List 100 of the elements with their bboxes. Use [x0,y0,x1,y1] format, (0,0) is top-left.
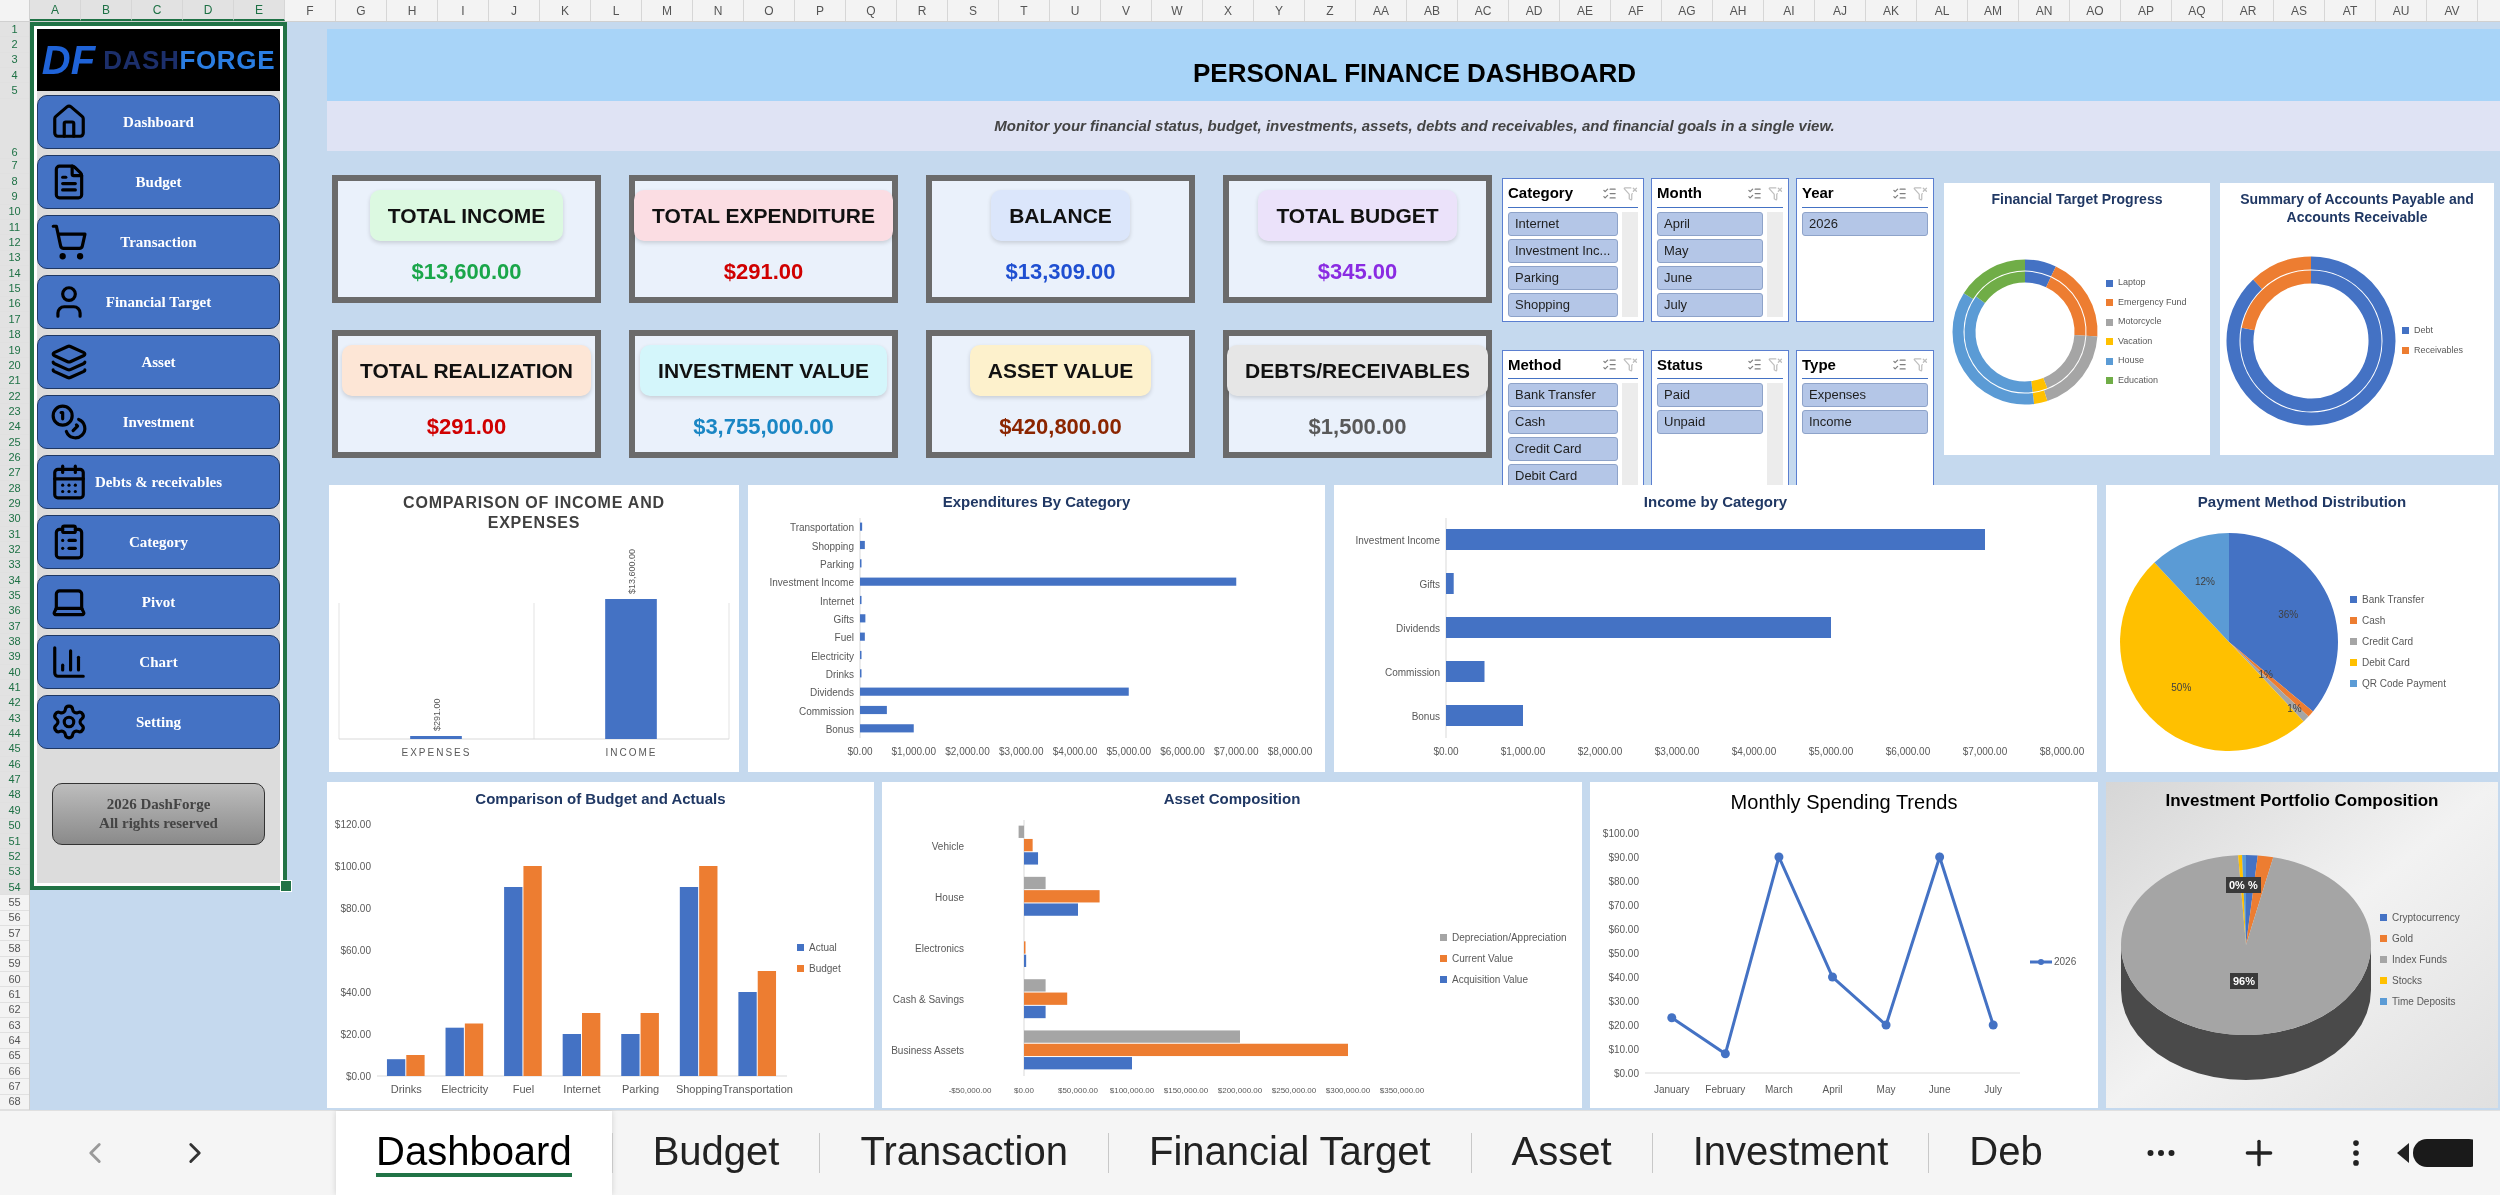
column-header[interactable]: AR [2223,0,2274,21]
nav-button[interactable]: Asset [37,335,280,389]
column-header[interactable]: AV [2427,0,2478,21]
row-header[interactable]: 40 [0,665,29,681]
column-header[interactable]: AS [2274,0,2325,21]
slicer-item[interactable]: Expenses [1802,383,1928,407]
column-header[interactable]: AJ [1815,0,1866,21]
column-header[interactable]: V [1101,0,1152,21]
row-header[interactable]: 12 [0,235,29,251]
slicer-item[interactable]: Income [1802,410,1928,434]
column-header[interactable]: AG [1662,0,1713,21]
column-header[interactable]: J [489,0,540,21]
column-header[interactable]: AA [1356,0,1407,21]
row-header[interactable]: 4 [0,68,29,84]
row-header[interactable]: 64 [0,1033,29,1049]
nav-button[interactable]: Budget [37,155,280,209]
column-header[interactable]: U [1050,0,1101,21]
row-header[interactable]: 6 [0,98,29,159]
column-header[interactable]: C [132,0,183,21]
sheet-tab[interactable]: Dashboard [336,1111,612,1195]
column-header[interactable]: O [744,0,795,21]
nav-button[interactable]: Debts & receivables [37,455,280,509]
slicer-item[interactable]: April [1657,211,1763,236]
slicer-item[interactable]: May [1657,238,1763,263]
column-header[interactable]: I [438,0,489,21]
nav-button[interactable]: Investment [37,395,280,449]
column-header[interactable]: AO [2070,0,2121,21]
row-header[interactable]: 23 [0,404,29,420]
row-header[interactable]: 63 [0,1017,29,1034]
nav-button[interactable]: Pivot [37,575,280,629]
row-header[interactable]: 11 [0,220,29,236]
column-header[interactable]: AH [1713,0,1764,21]
column-header[interactable]: A [30,0,81,21]
row-header[interactable]: 47 [0,772,29,788]
slicer-item[interactable]: Investment Inc... [1508,238,1618,263]
column-header[interactable]: W [1152,0,1203,21]
row-header[interactable]: 41 [0,680,29,696]
slicer-item[interactable]: Parking [1508,265,1618,290]
column-header[interactable]: M [642,0,693,21]
row-header[interactable]: 57 [0,925,29,942]
column-header[interactable]: R [897,0,948,21]
row-header[interactable]: 38 [0,634,29,650]
column-header[interactable]: P [795,0,846,21]
row-header[interactable]: 35 [0,588,29,604]
column-header[interactable]: G [336,0,387,21]
slicer-item[interactable]: July [1657,292,1763,317]
column-header[interactable]: E [234,0,285,21]
row-header[interactable]: 34 [0,573,29,589]
column-header[interactable]: X [1203,0,1254,21]
column-header[interactable]: T [999,0,1050,21]
slicer-item[interactable]: Debit Card [1508,464,1618,488]
column-header[interactable]: AB [1407,0,1458,21]
column-header[interactable]: AC [1458,0,1509,21]
column-header[interactable]: Y [1254,0,1305,21]
row-header[interactable]: 52 [0,849,29,865]
slicer-item[interactable]: Paid [1657,383,1763,407]
slicer-item[interactable]: Internet [1508,211,1618,236]
slicer-item[interactable]: Cash [1508,410,1618,434]
row-header[interactable]: 26 [0,450,29,466]
column-header[interactable]: B [81,0,132,21]
column-header[interactable]: AK [1866,0,1917,21]
row-header[interactable]: 5 [0,83,29,99]
column-header[interactable]: AN [2019,0,2070,21]
row-header[interactable]: 66 [0,1064,29,1080]
column-header[interactable]: D [183,0,234,21]
column-header[interactable]: K [540,0,591,21]
slicer-item[interactable]: Unpaid [1657,410,1763,434]
row-header[interactable]: 20 [0,358,29,374]
column-header[interactable]: AI [1764,0,1815,21]
row-header[interactable]: 9 [0,189,29,205]
row-header[interactable]: 2 [0,37,29,53]
row-header[interactable]: 32 [0,542,29,558]
column-header[interactable]: F [285,0,336,21]
row-header[interactable]: 49 [0,803,29,819]
slicer-item[interactable]: Shopping [1508,292,1618,317]
nav-button[interactable]: Dashboard [37,95,280,149]
nav-button[interactable]: Financial Target [37,275,280,329]
sheet-tab[interactable]: Financial Target [1108,1111,1471,1195]
column-header[interactable]: AF [1611,0,1662,21]
column-header[interactable]: AU [2376,0,2427,21]
slicer-item[interactable]: Bank Transfer [1508,383,1618,407]
column-header[interactable]: AL [1917,0,1968,21]
column-header[interactable]: AD [1509,0,1560,21]
column-header[interactable]: AP [2121,0,2172,21]
row-header[interactable]: 15 [0,281,29,297]
column-header[interactable]: Q [846,0,897,21]
slicer-item[interactable]: 2026 [1802,211,1928,236]
column-header[interactable]: Z [1305,0,1356,21]
row-header[interactable]: 67 [0,1079,29,1095]
column-header[interactable]: L [591,0,642,21]
sheet-tab[interactable]: Asset [1471,1111,1652,1195]
slicer-item[interactable]: Credit Card [1508,437,1618,461]
nav-button[interactable]: Setting [37,695,280,749]
column-header[interactable]: S [948,0,999,21]
sheet-tab[interactable]: Transaction [820,1111,1108,1195]
row-header[interactable]: 46 [0,757,29,773]
row-header[interactable]: 61 [0,987,29,1003]
row-header[interactable]: 43 [0,711,29,727]
column-header[interactable]: AM [1968,0,2019,21]
row-header[interactable]: 60 [0,971,29,988]
